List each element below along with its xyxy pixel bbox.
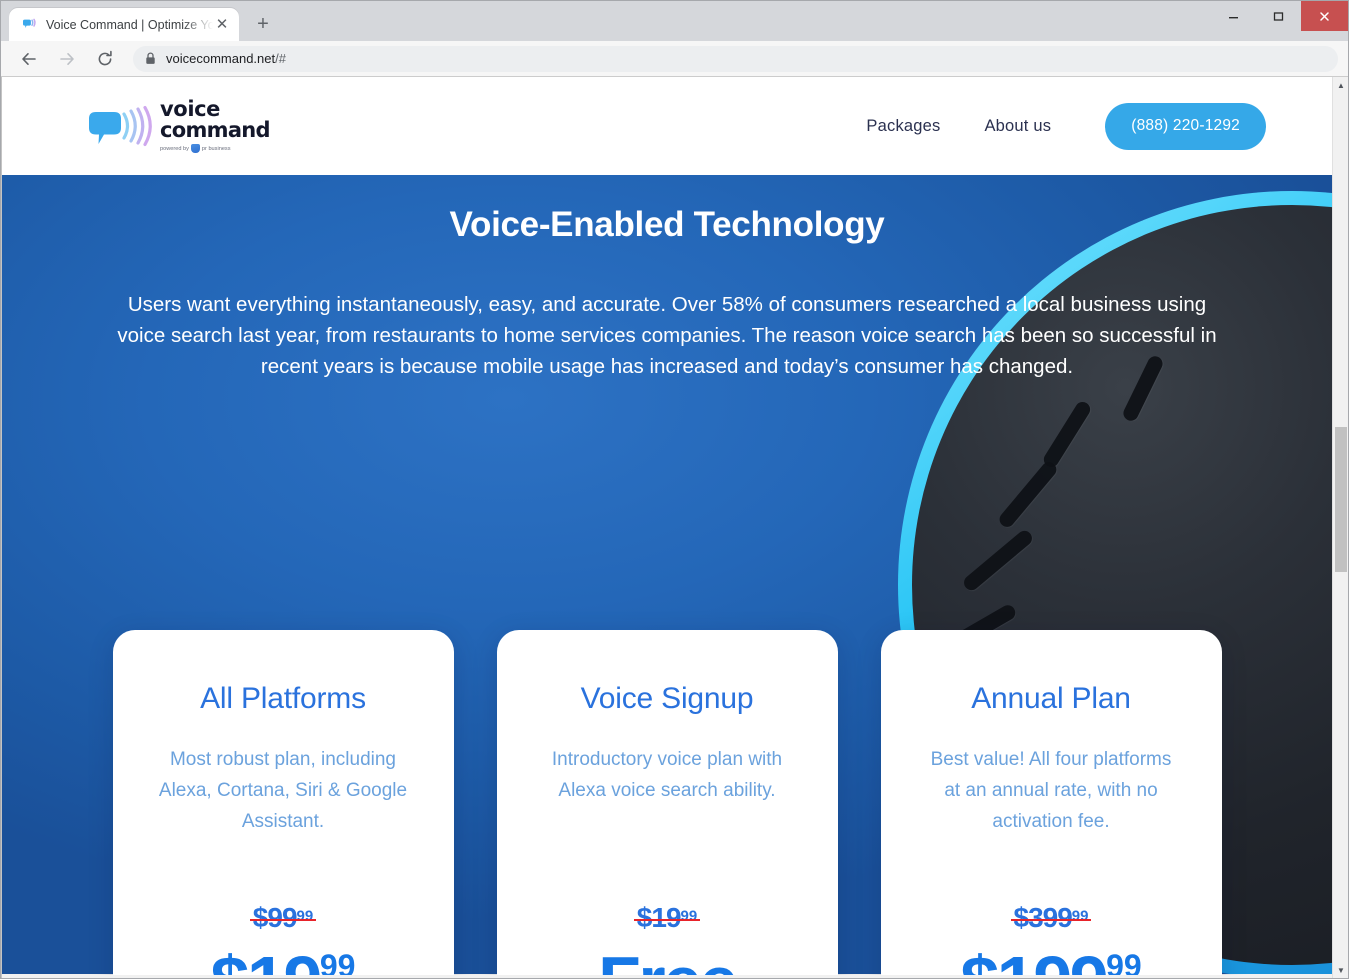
current-price-amount: Free: [598, 946, 738, 975]
phone-cta-button[interactable]: (888) 220-1292: [1105, 102, 1266, 150]
close-window-button[interactable]: [1301, 1, 1348, 31]
browser-toolbar: voicecommand.net/#: [1, 41, 1348, 77]
voice-command-favicon: [21, 17, 37, 33]
page-viewport: voice command powered by pr business Pac…: [1, 77, 1348, 978]
logo-wordmark: voice command powered by pr business: [160, 97, 271, 153]
nav-link-packages[interactable]: Packages: [866, 117, 940, 136]
card-title: Voice Signup: [580, 682, 754, 715]
card-title: All Platforms: [200, 682, 366, 715]
logo-word-voice: voice: [160, 97, 221, 121]
hero-subtitle: Users want everything instantaneously, e…: [117, 293, 1217, 378]
logo-tagline-prefix: powered by: [160, 145, 189, 152]
new-tab-button[interactable]: +: [249, 10, 277, 38]
web-page: voice command powered by pr business Pac…: [2, 77, 1332, 978]
logo-tagline-suffix: pr business: [201, 145, 231, 152]
url-text: voicecommand.net/#: [166, 51, 286, 66]
main-navigation: Packages About us (888) 220-1292: [866, 102, 1266, 150]
pricing-cards: All Platforms Most robust plan, includin…: [2, 630, 1332, 975]
tab-title: Voice Command | Optimize Your: [46, 17, 213, 32]
back-icon[interactable]: [15, 45, 43, 73]
site-header: voice command powered by pr business Pac…: [2, 77, 1332, 175]
browser-tab[interactable]: Voice Command | Optimize Your ✕: [9, 8, 239, 41]
pr-business-badge-icon: [190, 144, 200, 153]
pricing-card-annual-plan: Annual Plan Best value! All four platfor…: [880, 630, 1222, 975]
card-description: Introductory voice plan with Alexa voice…: [551, 749, 783, 801]
window-controls: [1211, 1, 1348, 31]
scrollbar-thumb[interactable]: [1335, 427, 1347, 572]
pricing-card-all-platforms: All Platforms Most robust plan, includin…: [112, 630, 454, 975]
old-price-cents: 99: [680, 907, 698, 925]
current-price-amount: $19: [211, 946, 323, 975]
old-price-amount: $399: [1013, 902, 1073, 933]
tab-close-icon[interactable]: ✕: [213, 16, 231, 34]
logo-tagline: powered by pr business: [160, 144, 270, 153]
card-description: Best value! All four platforms at an ann…: [930, 749, 1172, 832]
lock-icon: [145, 52, 156, 65]
card-title: Annual Plan: [971, 682, 1131, 715]
strikethrough-line: [633, 918, 701, 922]
old-price-cents: 99: [1071, 907, 1089, 925]
old-price: $9999: [249, 902, 317, 933]
forward-icon[interactable]: [53, 45, 81, 73]
browser-window: Voice Command | Optimize Your ✕ + voicec…: [0, 0, 1349, 979]
pricing-card-voice-signup: Voice Signup Introductory voice plan wit…: [496, 630, 838, 975]
scroll-up-icon[interactable]: ▲: [1333, 77, 1348, 93]
browser-titlebar: Voice Command | Optimize Your ✕ +: [1, 1, 1348, 41]
hero-content: Voice-Enabled Technology Users want ever…: [2, 175, 1332, 382]
current-price-amount: $199: [960, 946, 1108, 975]
vertical-scrollbar[interactable]: ▲ ▼: [1332, 77, 1348, 978]
current-price-cents: 99: [1106, 949, 1142, 975]
voice-command-logo-icon: [86, 103, 156, 149]
current-price-cents: 99: [320, 949, 356, 975]
tab-strip: Voice Command | Optimize Your ✕ +: [1, 1, 277, 41]
url-path: /#: [275, 51, 286, 66]
url-host: voicecommand.net: [166, 51, 276, 66]
old-price-cents: 99: [296, 907, 314, 925]
old-price: $39999: [1010, 902, 1092, 933]
site-logo[interactable]: voice command powered by pr business: [86, 97, 271, 153]
current-price: $19999: [960, 946, 1141, 975]
scroll-down-icon[interactable]: ▼: [1333, 962, 1348, 978]
reload-icon[interactable]: [91, 45, 119, 73]
minimize-button[interactable]: [1211, 1, 1256, 31]
old-price: $1999: [633, 902, 701, 933]
strikethrough-line: [1010, 918, 1092, 922]
current-price: Free: [598, 946, 738, 975]
card-description: Most robust plan, including Alexa, Corta…: [158, 749, 408, 832]
address-bar[interactable]: voicecommand.net/#: [133, 45, 1338, 72]
old-price-amount: $99: [252, 902, 298, 933]
strikethrough-line: [249, 918, 317, 922]
old-price-amount: $19: [636, 902, 682, 933]
nav-link-about-us[interactable]: About us: [984, 117, 1051, 136]
hero-section: Voice-Enabled Technology Users want ever…: [2, 175, 1332, 975]
maximize-button[interactable]: [1256, 1, 1301, 31]
logo-word-command: command: [160, 118, 271, 142]
page-title: Voice-Enabled Technology: [449, 205, 885, 244]
current-price: $1999: [211, 946, 356, 975]
